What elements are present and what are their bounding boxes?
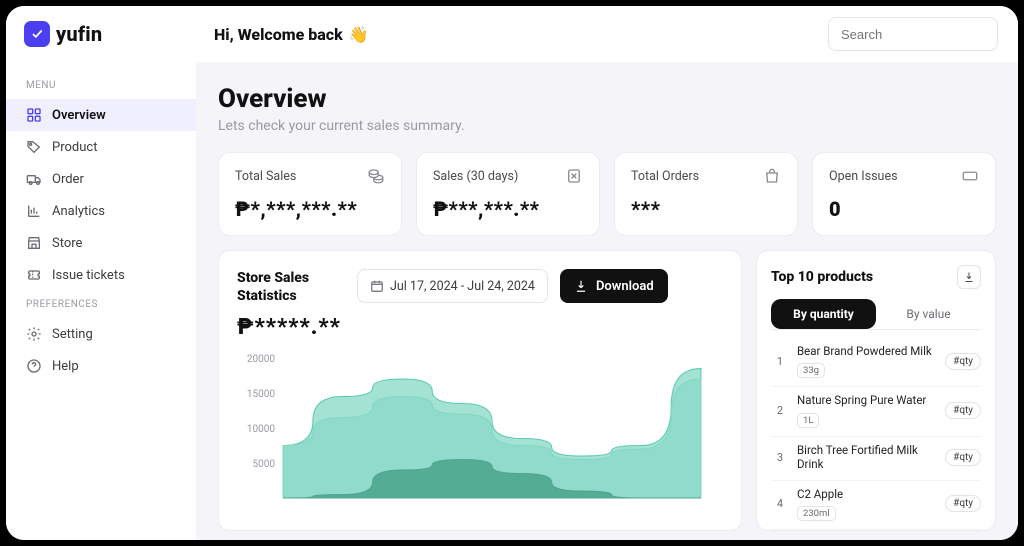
- sidebar-item-label: Order: [52, 172, 84, 187]
- sidebar-item-product[interactable]: Product: [6, 131, 196, 163]
- sales-chart: 5000 10000 15000 20000: [237, 352, 723, 502]
- product-name: C2 Apple: [797, 487, 937, 501]
- product-variant: 1L: [797, 413, 819, 428]
- sidebar-item-overview[interactable]: Overview: [6, 99, 196, 131]
- product-qty-badge: #qty: [945, 402, 981, 419]
- stat-value: ₱***,***.**: [433, 197, 583, 221]
- help-icon: [26, 358, 42, 374]
- download-label: Download: [596, 279, 654, 294]
- stat-label: Total Orders: [631, 169, 699, 184]
- sidebar-group-title: MENU: [6, 72, 196, 99]
- product-row[interactable]: 1 Bear Brand Powdered Milk 33g #qty: [771, 338, 981, 387]
- sidebar-item-help[interactable]: Help: [6, 350, 196, 382]
- stat-label: Open Issues: [829, 169, 898, 184]
- stat-card: Sales (30 days) ₱***,***.**: [416, 152, 600, 236]
- sales-stats-title: Store SalesStatistics: [237, 269, 345, 305]
- stat-value: ₱*,***,***.**: [235, 197, 385, 221]
- product-rank: 3: [771, 448, 789, 466]
- stats-row: Total Sales ₱*,***,***.** Sales (30 days…: [218, 152, 996, 236]
- chart-ytick: 20000: [247, 354, 275, 365]
- product-rank: 2: [771, 402, 789, 420]
- sidebar-item-store[interactable]: Store: [6, 227, 196, 259]
- date-range-label: Jul 17, 2024 - Jul 24, 2024: [390, 279, 535, 294]
- sidebar-item-setting[interactable]: Setting: [6, 318, 196, 350]
- brand-logo[interactable]: yufin: [24, 21, 196, 47]
- sidebar-item-issue-tickets[interactable]: Issue tickets: [6, 259, 196, 291]
- product-variant: 230ml: [797, 506, 836, 521]
- grid-icon: [26, 107, 42, 123]
- date-range-picker[interactable]: Jul 17, 2024 - Jul 24, 2024: [357, 269, 548, 303]
- tab-by-value[interactable]: By value: [876, 299, 981, 329]
- tag-icon: [26, 139, 42, 155]
- download-icon: [574, 279, 588, 293]
- sidebar-item-label: Store: [52, 236, 82, 251]
- stat-value: 0: [829, 197, 979, 221]
- tab-by-quantity[interactable]: By quantity: [771, 299, 876, 329]
- calendar-icon: [370, 279, 384, 293]
- chart-ytick: 10000: [247, 424, 275, 435]
- sidebar: MENU Overview Product Order Analytics Store Is…: [6, 62, 196, 540]
- page-subtitle: Lets check your current sales summary.: [218, 118, 996, 134]
- stat-value: ***: [631, 197, 781, 221]
- chart-ytick: 5000: [253, 459, 276, 470]
- brand-mark: [24, 21, 50, 47]
- main-content: Overview Lets check your current sales s…: [196, 62, 1018, 540]
- product-list: 1 Bear Brand Powdered Milk 33g #qty 2 Na…: [771, 338, 981, 530]
- gear-icon: [26, 326, 42, 342]
- coins-icon: [367, 167, 385, 185]
- store-icon: [26, 235, 42, 251]
- product-row[interactable]: 3 Birch Tree Fortified Milk Drink #qty: [771, 437, 981, 481]
- product-qty-badge: #qty: [945, 449, 981, 466]
- ticket-icon: [26, 267, 42, 283]
- product-qty-badge: #qty: [945, 495, 981, 512]
- stat-card: Total Sales ₱*,***,***.**: [218, 152, 402, 236]
- sidebar-group-title: PREFERENCES: [6, 291, 196, 318]
- stat-label: Total Sales: [235, 169, 296, 184]
- truck-icon: [26, 171, 42, 187]
- product-rank: 1: [771, 352, 789, 370]
- brand-name: yufin: [56, 22, 102, 46]
- download-button[interactable]: Download: [560, 269, 668, 303]
- search-input[interactable]: [841, 27, 985, 42]
- top-products-tabs: By quantity By value: [771, 299, 981, 330]
- topbar: yufin Hi, Welcome back 👋: [6, 6, 1018, 62]
- product-name: Bear Brand Powdered Milk: [797, 344, 937, 358]
- download-icon: [963, 271, 975, 283]
- sidebar-item-label: Issue tickets: [52, 268, 125, 283]
- sidebar-item-label: Setting: [52, 327, 93, 342]
- sales-statistics-panel: Store SalesStatistics Jul 17, 2024 - Jul…: [218, 250, 742, 531]
- greeting-text: Hi, Welcome back: [214, 25, 343, 44]
- greeting: Hi, Welcome back 👋: [214, 25, 369, 44]
- top-products-title: Top 10 products: [771, 269, 873, 285]
- product-variant: 33g: [797, 363, 825, 378]
- sidebar-item-order[interactable]: Order: [6, 163, 196, 195]
- top-products-panel: Top 10 products By quantity By value 1 B…: [756, 250, 996, 531]
- sidebar-item-label: Overview: [52, 108, 106, 123]
- product-qty-badge: #qty: [945, 353, 981, 370]
- product-row[interactable]: 2 Nature Spring Pure Water 1L #qty: [771, 387, 981, 436]
- stat-card: Open Issues 0: [812, 152, 996, 236]
- product-name: Nature Spring Pure Water: [797, 393, 937, 407]
- top-products-download-button[interactable]: [957, 265, 981, 289]
- stat-label: Sales (30 days): [433, 169, 518, 184]
- page-title: Overview: [218, 84, 996, 114]
- product-rank: 4: [771, 495, 789, 513]
- search-box[interactable]: [828, 17, 998, 51]
- wave-icon: 👋: [349, 25, 369, 44]
- sidebar-item-label: Analytics: [52, 204, 105, 219]
- ticket2-icon: [961, 167, 979, 185]
- receipt-icon: [565, 167, 583, 185]
- chart-ytick: 15000: [247, 389, 275, 400]
- sidebar-item-label: Help: [52, 359, 79, 374]
- sidebar-item-analytics[interactable]: Analytics: [6, 195, 196, 227]
- product-name: Birch Tree Fortified Milk Drink: [797, 443, 937, 472]
- chart-icon: [26, 203, 42, 219]
- sidebar-item-label: Product: [52, 140, 97, 155]
- stat-card: Total Orders ***: [614, 152, 798, 236]
- bag-icon: [763, 167, 781, 185]
- product-row[interactable]: 4 C2 Apple 230ml #qty: [771, 481, 981, 530]
- sales-stats-total: ₱*****.**: [237, 315, 723, 340]
